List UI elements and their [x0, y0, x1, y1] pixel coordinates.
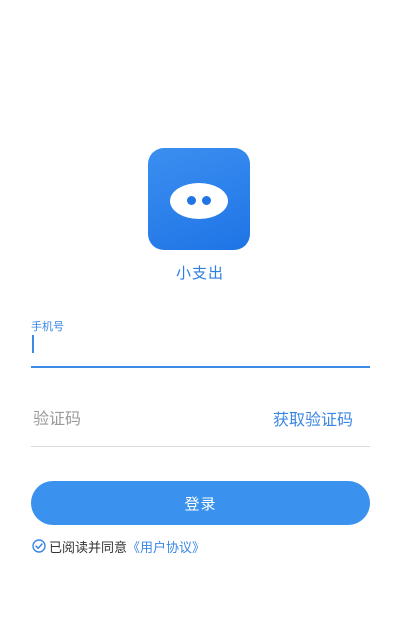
user-agreement-link[interactable]: 《用户协议》: [127, 537, 205, 556]
verification-code-field[interactable]: 获取验证码: [31, 396, 370, 447]
logo-eye-left: [187, 196, 196, 205]
logo-eye-right: [202, 196, 211, 205]
checkmark-circle-icon[interactable]: [32, 539, 46, 553]
app-name: 小支出: [175, 264, 224, 282]
phone-input[interactable]: [37, 332, 361, 364]
agreement-text: 已阅读并同意: [49, 540, 128, 556]
app-logo-face-icon: [170, 183, 228, 219]
phone-field[interactable]: [31, 332, 370, 368]
verification-code-input[interactable]: [31, 404, 255, 432]
text-caret: [32, 335, 34, 353]
get-code-button[interactable]: 获取验证码: [273, 406, 353, 430]
login-screen: 小支出 手机号 获取验证码 登录 已阅读并同意 《用户协议》: [0, 0, 400, 634]
agreement-row: 已阅读并同意 《用户协议》: [32, 537, 205, 556]
login-button[interactable]: 登录: [31, 481, 370, 525]
app-logo: [148, 148, 250, 250]
